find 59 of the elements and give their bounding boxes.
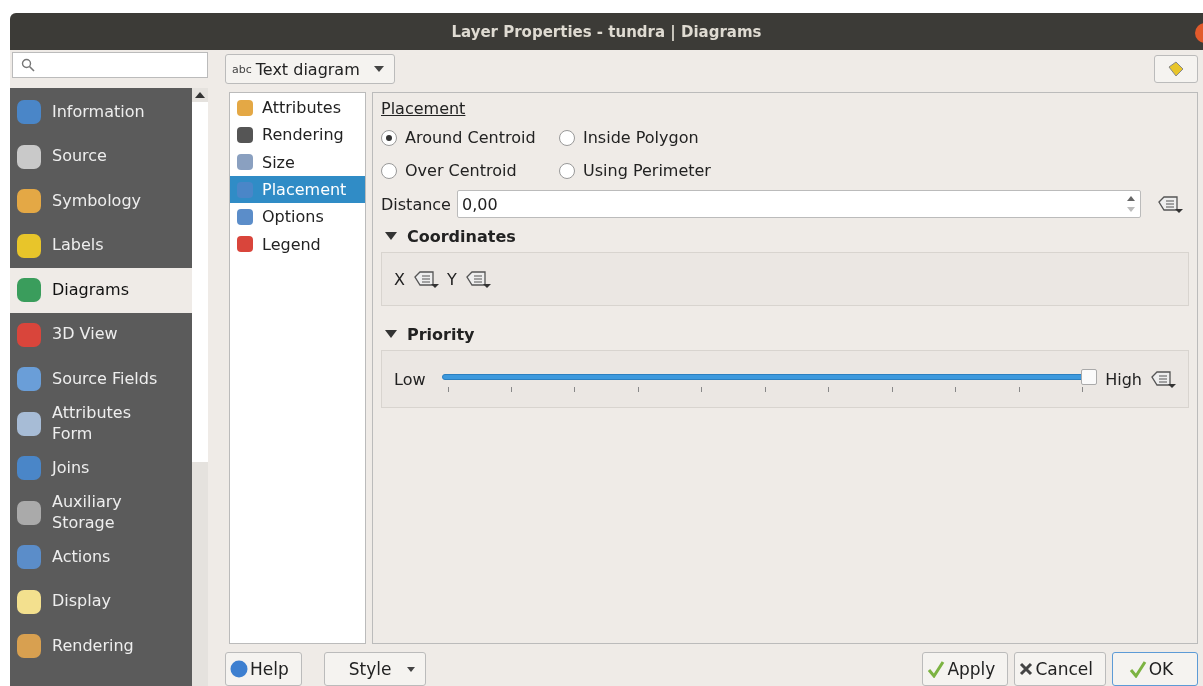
apply-button[interactable]: Apply bbox=[922, 652, 1009, 686]
slider-handle[interactable] bbox=[1081, 369, 1098, 385]
sidebar-item[interactable]: Attributes Form bbox=[10, 401, 192, 446]
data-defined-icon[interactable] bbox=[1150, 369, 1176, 389]
scrollbar[interactable] bbox=[192, 88, 208, 686]
sidebar-item[interactable]: Symbology bbox=[10, 179, 192, 224]
radio-button[interactable] bbox=[381, 162, 397, 179]
section-list-item[interactable]: Options bbox=[230, 203, 365, 231]
scroll-up-arrow-icon[interactable] bbox=[195, 92, 205, 98]
radio-option[interactable]: Over Centroid bbox=[381, 161, 559, 180]
radio-option[interactable]: Inside Polygon bbox=[559, 128, 711, 147]
caret-icon bbox=[373, 66, 384, 72]
radio-button[interactable] bbox=[559, 129, 575, 146]
distance-field[interactable]: 0,00 bbox=[456, 190, 1141, 218]
field-label: X bbox=[394, 269, 405, 289]
search-field[interactable] bbox=[12, 52, 208, 78]
sidebar-item[interactable]: Source bbox=[10, 134, 192, 179]
section-list-item[interactable]: Attributes bbox=[230, 94, 365, 122]
radio-option[interactable]: Using Perimeter bbox=[559, 161, 711, 180]
group-header[interactable]: Coordinates bbox=[381, 224, 1189, 248]
field-label: Y bbox=[446, 269, 457, 289]
radio-button[interactable] bbox=[381, 129, 397, 146]
checkmark-icon bbox=[927, 660, 946, 678]
radio-option[interactable]: Around Centroid bbox=[381, 128, 559, 147]
sidebar-item[interactable]: Diagrams bbox=[10, 268, 192, 313]
search-icon bbox=[21, 58, 35, 72]
ok-button[interactable]: OK bbox=[1112, 652, 1198, 686]
sidebar-item[interactable]: Source Fields bbox=[10, 357, 192, 402]
sidebar-item[interactable]: Display bbox=[10, 579, 192, 624]
sidebar-item[interactable]: Rendering bbox=[10, 624, 192, 669]
slider-label: High bbox=[1105, 369, 1142, 389]
section-list-item[interactable]: Placement bbox=[230, 175, 365, 204]
sidebar-item[interactable]: Auxiliary Storage bbox=[10, 490, 192, 535]
field-label: Distance bbox=[381, 194, 451, 214]
sidebar-item[interactable]: Information bbox=[10, 90, 192, 135]
sidebar-item[interactable]: Joins bbox=[10, 446, 192, 491]
section-list-item[interactable]: Legend bbox=[230, 230, 365, 258]
section-list-item[interactable]: Rendering bbox=[230, 121, 365, 149]
slider-label: Low bbox=[394, 369, 426, 389]
sidebar-item[interactable]: 3D View bbox=[10, 312, 192, 357]
data-defined-icon[interactable] bbox=[464, 269, 491, 289]
help-button[interactable]: Help bbox=[225, 652, 302, 686]
help-icon bbox=[230, 660, 248, 678]
style-button[interactable] bbox=[1154, 55, 1198, 83]
close-icon bbox=[1019, 662, 1034, 676]
section-list-item[interactable]: Size bbox=[230, 148, 365, 176]
checkmark-icon bbox=[1128, 660, 1147, 678]
radio-button[interactable] bbox=[559, 162, 575, 179]
data-defined-icon[interactable] bbox=[1157, 194, 1183, 214]
group-header[interactable]: Priority bbox=[381, 322, 1189, 346]
cancel-button[interactable]: Cancel bbox=[1014, 652, 1106, 686]
window-title: Layer Properties - tundra | Diagrams bbox=[451, 22, 762, 41]
style-dropdown-button[interactable]: Style bbox=[323, 652, 427, 686]
diagram-type-dropdown[interactable]: abc Text diagram bbox=[225, 54, 395, 84]
caret-icon bbox=[407, 666, 416, 672]
sidebar-item[interactable]: Labels bbox=[10, 223, 192, 268]
data-defined-icon[interactable] bbox=[412, 269, 439, 289]
sidebar-item[interactable]: Actions bbox=[10, 535, 192, 580]
section-heading: Placement bbox=[381, 99, 466, 118]
